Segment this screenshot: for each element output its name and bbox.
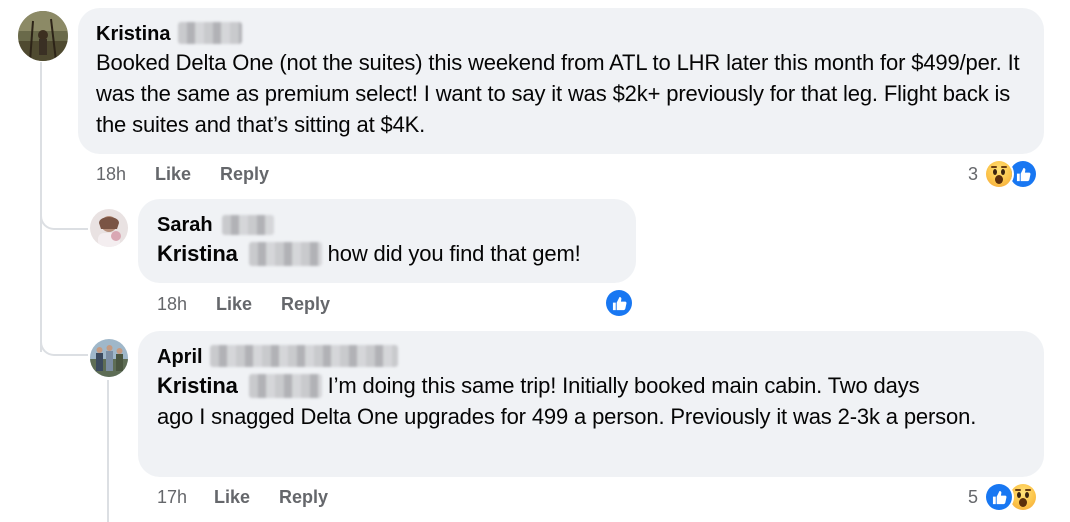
reactions[interactable] (984, 483, 1044, 513)
redacted-mention-surname (249, 374, 322, 398)
redacted-surname (178, 22, 242, 44)
avatar[interactable] (90, 209, 128, 247)
reaction-count[interactable]: 3 (968, 164, 978, 185)
avatar[interactable] (90, 339, 128, 377)
reply-button[interactable]: Reply (220, 164, 269, 185)
comment-text-body: I’m doing this same trip! Initially book… (327, 373, 920, 398)
comment-timestamp[interactable]: 18h (96, 164, 126, 185)
like-button[interactable]: Like (155, 164, 191, 185)
thread-line (107, 380, 109, 522)
reaction-count[interactable]: 5 (968, 487, 978, 508)
comment-text-body: ago I snagged Delta One upgrades for 499… (157, 404, 977, 429)
redacted-surname (222, 215, 274, 235)
reply-button[interactable]: Reply (279, 487, 328, 508)
like-icon[interactable] (606, 290, 632, 316)
like-icon (1010, 161, 1036, 187)
comment-timestamp[interactable]: 17h (157, 487, 187, 508)
redacted-surname (210, 345, 398, 367)
comment-text-body: how did you find that gem! (327, 241, 581, 266)
like-button[interactable]: Like (216, 294, 252, 315)
comment-text: Booked Delta One (not the suites) this w… (96, 50, 1020, 137)
wow-icon (986, 161, 1012, 187)
comment-author[interactable]: Sarah (157, 213, 213, 237)
reply-button[interactable]: Reply (281, 294, 330, 315)
wow-icon (1010, 484, 1036, 510)
mention-link[interactable]: Kristina (157, 373, 238, 398)
thread-connector (40, 340, 88, 356)
reactions[interactable] (984, 160, 1044, 190)
like-button[interactable]: Like (214, 487, 250, 508)
comment-author[interactable]: Kristina (96, 22, 170, 46)
comment-author[interactable]: April (157, 345, 203, 369)
redacted-mention-surname (249, 242, 322, 266)
thread-line (40, 62, 42, 352)
mention-link[interactable]: Kristina (157, 241, 238, 266)
comment-timestamp[interactable]: 18h (157, 294, 187, 315)
comment-text: Kristina how did you find that gem! (157, 238, 581, 269)
avatar[interactable] (18, 11, 68, 61)
like-icon (986, 484, 1012, 510)
thread-connector (40, 214, 88, 230)
